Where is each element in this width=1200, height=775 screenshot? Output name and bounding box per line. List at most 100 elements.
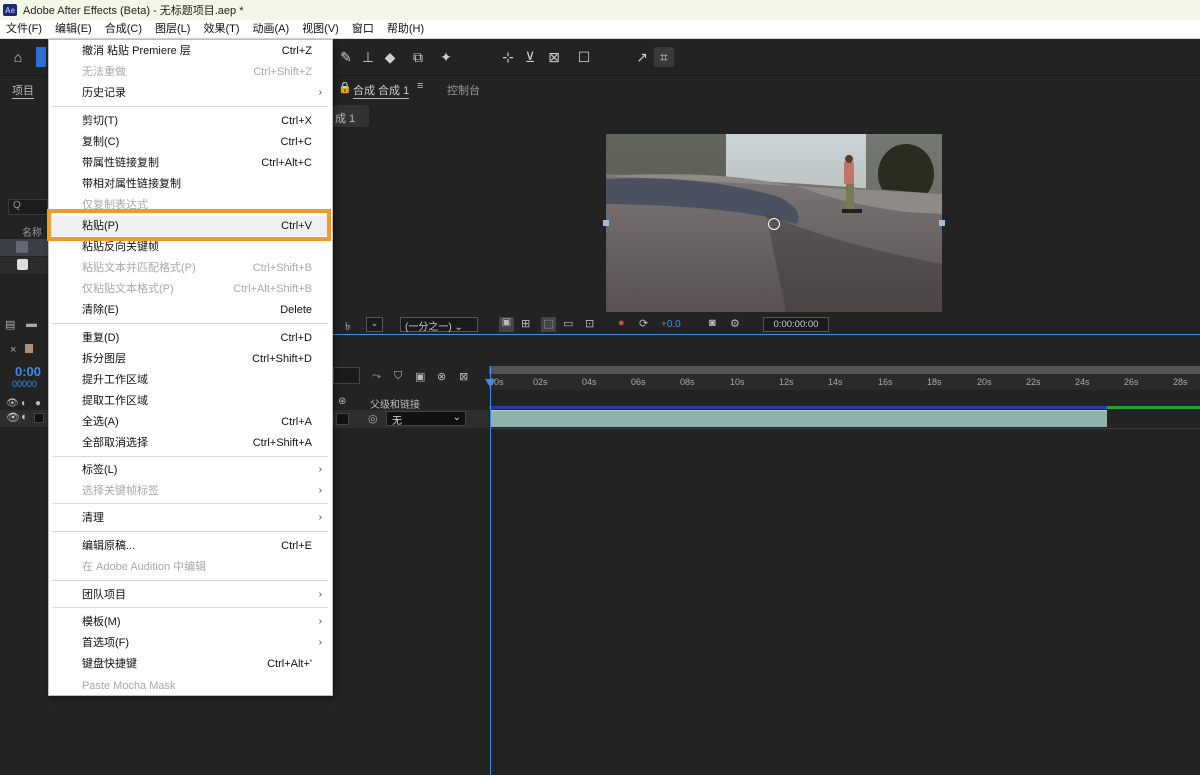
project-search-input[interactable]: Q <box>8 199 48 215</box>
menu-item-clear[interactable]: 清除(E) Delete <box>49 300 332 320</box>
menu-animation[interactable]: 动画(A) <box>247 20 297 39</box>
stamp-tool-icon[interactable]: ⊥ <box>358 47 378 67</box>
menu-item-keyboard-shortcuts[interactable]: 键盘快捷键 Ctrl+Alt+' <box>49 654 332 674</box>
color-channels-icon[interactable]: ● <box>618 317 625 329</box>
home-icon[interactable]: ⌂ <box>8 47 28 67</box>
menu-item-copy-with-property-links[interactable]: 带属性链接复制 Ctrl+Alt+C <box>49 153 332 173</box>
snap-option-icon[interactable]: ↗ <box>632 47 652 67</box>
time-ruler[interactable]: 00s 02s 04s 06s 08s 10s 12s 14s 16s 18s … <box>489 374 1200 390</box>
controls-tab[interactable]: 控制台 <box>447 82 480 98</box>
pickwhip-icon[interactable]: ◎ <box>368 412 378 425</box>
menu-item-copy-with-relative-links[interactable]: 带相对属性链接复制 <box>49 174 332 194</box>
layer-audio-icon[interactable]: ◖ <box>20 411 27 423</box>
layer-handle-left[interactable] <box>603 220 609 226</box>
lock-icon[interactable]: 🔒 <box>338 81 352 94</box>
snap-checkbox-icon[interactable]: ☐ <box>574 47 594 67</box>
playhead-line[interactable] <box>490 366 491 775</box>
menu-item-extract-work-area[interactable]: 提取工作区域 <box>49 391 332 411</box>
menu-window[interactable]: 窗口 <box>346 20 381 39</box>
frame-blending-icon[interactable]: ⊗ <box>437 370 446 383</box>
layer-switch-box[interactable] <box>336 413 349 425</box>
reset-exposure-icon[interactable]: ⟳ <box>639 317 648 330</box>
menu-item-deselect-all[interactable]: 全部取消选择 Ctrl+Shift+A <box>49 433 332 453</box>
comp-name-chip[interactable]: 成 1 <box>333 105 369 127</box>
menu-view[interactable]: 视图(V) <box>296 20 346 39</box>
project-item-composition[interactable] <box>0 239 48 256</box>
menu-item-select-all[interactable]: 全选(A) Ctrl+A <box>49 412 332 432</box>
layer-handle-right[interactable] <box>939 220 945 226</box>
shy-layers-icon[interactable]: ▣ <box>415 370 425 383</box>
composition-tab[interactable]: 合成 合成 1 <box>353 82 410 99</box>
mask-visibility-icon[interactable]: ⬚ <box>541 317 556 332</box>
menu-edit[interactable]: 编辑(E) <box>49 20 99 39</box>
project-item-footage[interactable] <box>0 257 48 274</box>
menu-item-copy[interactable]: 复制(C) Ctrl+C <box>49 132 332 152</box>
menu-file[interactable]: 文件(F) <box>0 20 49 39</box>
snapshot-camera-icon[interactable]: ◙ <box>709 317 716 329</box>
eraser-tool-icon[interactable]: ◆ <box>380 47 400 67</box>
ruler-tick: 14s <box>828 377 843 387</box>
local-axis-icon[interactable]: ⊹ <box>498 47 518 67</box>
menu-help[interactable]: 帮助(H) <box>381 20 431 39</box>
comp-mini-flowchart-icon[interactable]: ⤳ <box>372 370 381 383</box>
anchor-point-icon[interactable] <box>768 218 780 230</box>
guides-icon[interactable]: ▭ <box>563 317 573 330</box>
project-tab[interactable]: 项目 <box>12 82 34 99</box>
solo-toggle-icon[interactable]: ● <box>35 398 41 409</box>
menu-item-label[interactable]: 标签(L) › <box>49 460 332 480</box>
menu-item-cut[interactable]: 剪切(T) Ctrl+X <box>49 111 332 131</box>
menu-composition[interactable]: 合成(C) <box>99 20 149 39</box>
brush-tool-icon[interactable]: ✎ <box>336 47 356 67</box>
magnification-dropdown[interactable]: ⌄ <box>366 317 383 332</box>
menu-item-undo[interactable]: 撤消 粘贴 Premiere 层 Ctrl+Z <box>49 41 332 61</box>
roto-brush-tool-icon[interactable]: ⧉ <box>408 47 428 67</box>
project-name-header[interactable]: 名称 <box>22 224 42 239</box>
timeline-timecode[interactable]: 0:00 <box>15 364 41 379</box>
menu-effect[interactable]: 效果(T) <box>197 20 246 39</box>
video-toggle-icon[interactable]: 👁 <box>6 398 19 409</box>
menu-item-history[interactable]: 历史记录 › <box>49 83 332 103</box>
menu-separator <box>53 456 328 457</box>
menu-layer[interactable]: 图层(L) <box>149 20 197 39</box>
exposure-value[interactable]: +0.0 <box>661 319 681 330</box>
timeline-search-input[interactable] <box>333 367 360 384</box>
world-axis-icon[interactable]: ⊻ <box>520 47 540 67</box>
layer-visibility-icon[interactable]: 👁 <box>6 411 20 424</box>
close-timeline-icon[interactable]: × <box>10 344 16 356</box>
selection-tool-icon[interactable] <box>36 47 46 67</box>
grid-toggle-icon[interactable]: ⊡ <box>585 317 594 330</box>
puppet-pin-tool-icon[interactable]: ✦ <box>436 47 456 67</box>
menu-separator <box>53 323 328 324</box>
graph-editor-icon[interactable]: ⊠ <box>459 370 468 383</box>
layer-switches-row[interactable]: 👁 ◖ <box>0 410 48 427</box>
view-axis-icon[interactable]: ⊠ <box>544 47 564 67</box>
parent-dropdown[interactable]: 无 ⌄ <box>386 411 466 427</box>
audio-toggle-icon[interactable]: ◖ <box>20 398 26 409</box>
menu-item-edit-original[interactable]: 编辑原稿... Ctrl+E <box>49 536 332 556</box>
region-of-interest-icon[interactable]: ▣ <box>499 317 514 332</box>
menu-item-purge[interactable]: 清理 › <box>49 508 332 528</box>
viewer-timecode[interactable]: 0:00:00:00 <box>763 317 829 332</box>
adjustment-switch-icon[interactable]: ⊛ <box>338 396 346 407</box>
menu-item-preferences[interactable]: 首选项(F) › <box>49 633 332 653</box>
transparency-grid-icon[interactable]: ⊞ <box>521 317 530 330</box>
channel-icon[interactable]: ৳ <box>345 318 350 337</box>
new-folder-icon[interactable]: ▬ <box>26 318 37 330</box>
layer-solo-box[interactable] <box>34 413 44 423</box>
menu-item-team-project[interactable]: 团队项目 › <box>49 585 332 605</box>
menu-item-duplicate[interactable]: 重复(D) Ctrl+D <box>49 328 332 348</box>
comp-panel-menu-icon[interactable]: ≡ <box>417 80 423 92</box>
menu-item-split-layer[interactable]: 拆分图层 Ctrl+Shift+D <box>49 349 332 369</box>
menu-item-lift-work-area[interactable]: 提升工作区域 <box>49 370 332 390</box>
snap-edges-icon[interactable]: ⌗ <box>654 47 674 67</box>
show-snapshot-icon[interactable]: ⚙ <box>730 317 740 330</box>
menu-item-redo: 无法重做 Ctrl+Shift+Z <box>82 66 312 78</box>
interpret-footage-icon[interactable]: ▤ <box>5 318 15 331</box>
playhead-handle-icon[interactable] <box>485 379 495 387</box>
work-area-bar[interactable] <box>489 366 1200 374</box>
layer-duration-bar[interactable] <box>490 410 1107 427</box>
draft-3d-icon[interactable]: ⛉ <box>394 370 402 383</box>
menu-item-templates[interactable]: 模板(M) › <box>49 612 332 632</box>
resolution-dropdown[interactable]: (一分之一) ⌄ <box>400 317 478 333</box>
composition-viewer[interactable] <box>606 134 942 312</box>
